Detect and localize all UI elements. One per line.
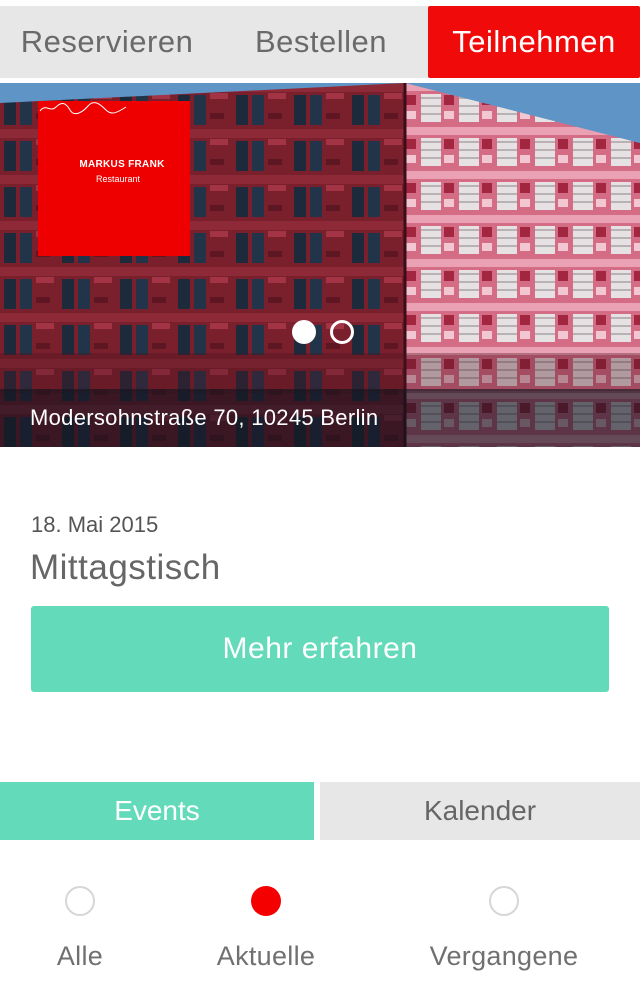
tab-bestellen[interactable]: Bestellen (214, 6, 428, 78)
carousel-dot-active[interactable] (292, 320, 316, 344)
address-label: Modersohnstraße 70, 10245 Berlin (0, 389, 640, 447)
filter-aktuelle[interactable]: Aktuelle (166, 886, 366, 972)
event-date: 18. Mai 2015 (31, 512, 159, 537)
filter-alle[interactable]: Alle (0, 886, 180, 972)
signature-icon (39, 102, 127, 115)
more-info-button[interactable]: Mehr erfahren (31, 606, 609, 692)
hero-carousel[interactable]: MARKUS FRANK Restaurant Modersohnstraße … (0, 83, 640, 447)
filter-label: Aktuelle (216, 941, 316, 971)
logo-subtitle: Restaurant (95, 174, 141, 184)
tab-reservieren[interactable]: Reservieren (0, 6, 214, 78)
filter-label: Vergangene (429, 941, 579, 971)
event-title: Mittagstisch (30, 548, 221, 587)
tab-events[interactable]: Events (0, 782, 314, 840)
filter-vergangene[interactable]: Vergangene (404, 886, 604, 972)
tab-teilnehmen[interactable]: Teilnehmen (428, 6, 640, 78)
radio-vergangene[interactable] (489, 886, 519, 916)
carousel-dot[interactable] (330, 320, 354, 344)
tab-kalender[interactable]: Kalender (320, 782, 640, 840)
radio-alle[interactable] (65, 886, 95, 916)
carousel-pagination (290, 320, 360, 352)
filter-label: Alle (56, 941, 104, 971)
top-tab-bar: Reservieren Bestellen Teilnehmen (0, 0, 640, 82)
logo-name: MARKUS FRANK (79, 159, 165, 170)
restaurant-logo: MARKUS FRANK Restaurant (38, 101, 190, 256)
radio-aktuelle[interactable] (251, 886, 281, 916)
